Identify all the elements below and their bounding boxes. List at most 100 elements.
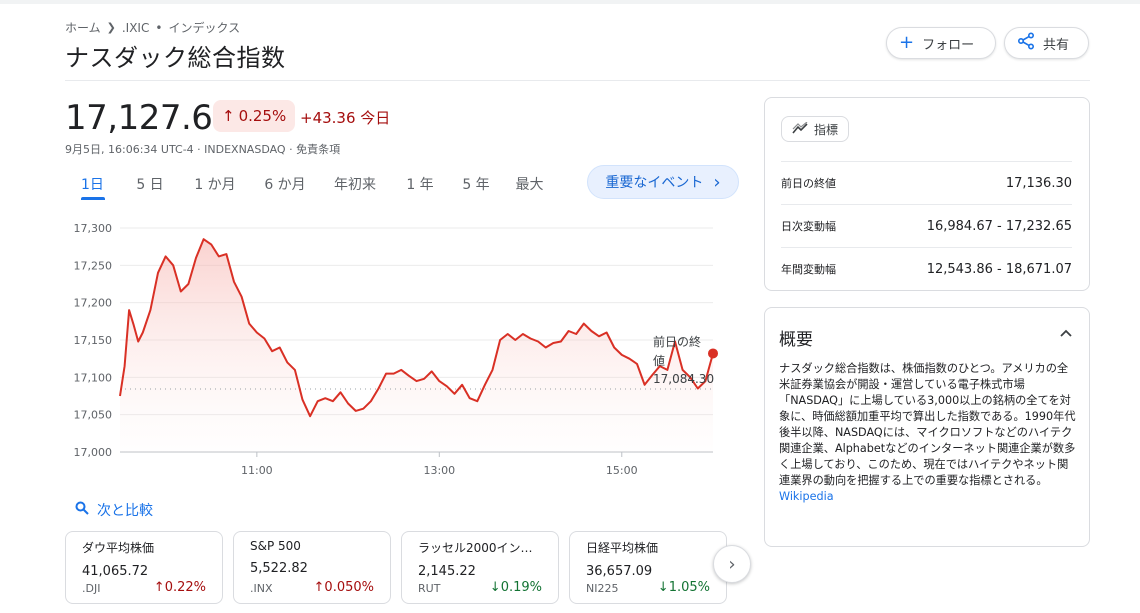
- page-title: ナスダック総合指数: [65, 44, 286, 72]
- stat-value: 12,543.86 - 18,671.07: [926, 261, 1072, 277]
- wikipedia-link[interactable]: Wikipedia: [779, 490, 834, 503]
- compare-card-dji[interactable]: ダウ平均株価 41,065.72 .DJI ↑0.22%: [65, 531, 223, 604]
- stat-value: 16,984.67 - 17,232.65: [926, 218, 1072, 234]
- card-change-value: 0.19%: [500, 580, 542, 595]
- chart-last-point: [708, 348, 718, 359]
- tab-range-5d[interactable]: 5 日: [120, 170, 180, 198]
- chevron-right-icon: ›: [728, 553, 736, 575]
- chart-area: [120, 239, 713, 452]
- key-events-label: 重要なイベント: [605, 175, 704, 191]
- breadcrumb-dot: •: [155, 20, 163, 35]
- card-symbol: .DJI: [82, 582, 101, 595]
- compare-label: 次と比較: [97, 503, 153, 519]
- breadcrumb-section: インデックス: [168, 21, 241, 35]
- x-tick-label: 13:00: [423, 464, 455, 477]
- y-tick-label: 17,300: [74, 222, 113, 235]
- about-text: ナスダック総合指数は、株価指数のひとつ。アメリカの全米証券業協会が開設・運営して…: [779, 361, 1079, 505]
- prev-close-value: 17,084.30: [653, 372, 714, 386]
- stat-value: 17,136.30: [1005, 175, 1072, 191]
- stat-row-day-range: 日次変動幅 16,984.67 - 17,232.65: [781, 204, 1072, 247]
- y-tick-label: 17,100: [74, 371, 113, 384]
- about-panel: 概要 ナスダック総合指数は、株価指数のひとつ。アメリカの全米証券業協会が開設・運…: [764, 307, 1090, 547]
- chevron-right-icon: ❯: [106, 21, 116, 34]
- prev-close-label-cont: 値: [653, 353, 665, 368]
- card-change: ↑0.22%: [154, 580, 206, 595]
- card-symbol: .INX: [250, 582, 273, 595]
- card-name: 日経平均株価: [586, 541, 659, 555]
- key-events-button[interactable]: 重要なイベント ›: [587, 165, 739, 199]
- arrow-down-icon: ↓: [657, 580, 669, 595]
- compare-card-rut[interactable]: ラッセル2000インデックス 2,145.22 RUT ↓0.19%: [401, 531, 559, 604]
- card-value: 36,657.09: [586, 564, 653, 579]
- share-label: 共有: [1043, 37, 1070, 53]
- range-tabs: 1日 5 日 1 か月 6 か月 年初来 1 年 5 年 最大: [65, 170, 557, 198]
- card-change-value: 0.050%: [324, 580, 374, 595]
- chevron-up-icon[interactable]: [1059, 326, 1073, 342]
- x-tick-label: 15:00: [606, 464, 638, 477]
- share-icon: [1017, 32, 1035, 54]
- y-tick-label: 17,050: [74, 409, 113, 422]
- breadcrumb: ホーム ❯ .IXIC • インデックス: [65, 19, 240, 36]
- arrow-down-icon: ↓: [489, 580, 501, 595]
- compare-card-ni225[interactable]: 日経平均株価 36,657.09 NI225 ↓1.05%: [569, 531, 727, 604]
- compare-cards: ダウ平均株価 41,065.72 .DJI ↑0.22% S&P 500 5,5…: [65, 531, 727, 604]
- stats-panel: 指標 前日の終値 17,136.30 日次変動幅 16,984.67 - 17,…: [764, 97, 1090, 291]
- card-value: 5,522.82: [250, 561, 308, 576]
- card-name: ダウ平均株価: [82, 541, 155, 555]
- y-tick-label: 17,150: [74, 334, 113, 347]
- card-name: ラッセル2000インデックス: [418, 541, 542, 555]
- stat-label: 前日の終値: [781, 177, 836, 190]
- chevron-right-icon: ›: [713, 171, 721, 193]
- current-price: 17,127.66: [65, 98, 234, 138]
- header-divider: [65, 80, 1090, 81]
- price-chart[interactable]: 17,300 17,250 17,200 17,150 17,100 17,050 17,0…: [60, 210, 730, 490]
- prev-close-label: 前日の終: [653, 334, 701, 349]
- about-description: ナスダック総合指数は、株価指数のひとつ。アメリカの全米証券業協会が開設・運営して…: [779, 362, 1076, 487]
- price-meta: 9月5日, 16:06:34 UTC-4 · INDEXNASDAQ · 免責条…: [65, 143, 341, 156]
- y-tick-label: 17,000: [74, 446, 113, 459]
- compare-card-inx[interactable]: S&P 500 5,522.82 .INX ↑0.050%: [233, 531, 391, 604]
- tab-range-1m[interactable]: 1 か月: [180, 170, 250, 198]
- tab-range-max[interactable]: 最大: [502, 170, 557, 198]
- card-change: ↓0.19%: [490, 580, 542, 595]
- plus-icon: +: [899, 32, 915, 53]
- breadcrumb-ticker: .IXIC: [121, 20, 150, 35]
- arrow-up-icon: ↑: [153, 580, 165, 595]
- arrow-up-icon: ↑: [222, 107, 235, 125]
- y-tick-label: 17,200: [74, 297, 113, 310]
- card-value: 41,065.72: [82, 564, 149, 579]
- card-symbol: NI225: [586, 582, 619, 595]
- stat-label: 年間変動幅: [781, 263, 836, 276]
- follow-label: フォロー: [922, 37, 975, 53]
- about-title: 概要: [779, 330, 813, 350]
- tab-range-1y[interactable]: 1 年: [390, 170, 450, 198]
- card-name: S&P 500: [250, 539, 301, 553]
- stat-label: 日次変動幅: [781, 220, 836, 233]
- metrics-chip-label: 指標: [814, 122, 839, 137]
- tab-range-5y[interactable]: 5 年: [450, 170, 502, 198]
- breadcrumb-home[interactable]: ホーム: [65, 19, 101, 36]
- card-symbol: RUT: [418, 582, 441, 595]
- stat-row-year-range: 年間変動幅 12,543.86 - 18,671.07: [781, 247, 1072, 290]
- tab-range-ytd[interactable]: 年初来: [320, 170, 390, 198]
- change-percent: 0.25%: [238, 107, 287, 125]
- change-absolute: +43.36 今日: [300, 109, 391, 127]
- x-tick-label: 11:00: [241, 464, 273, 477]
- change-percent-badge: ↑ 0.25%: [213, 100, 296, 132]
- stat-row-prev-close: 前日の終値 17,136.30: [781, 161, 1072, 204]
- card-value: 2,145.22: [418, 564, 476, 579]
- follow-button[interactable]: + フォロー: [886, 27, 996, 59]
- compare-link[interactable]: 次と比較: [75, 500, 153, 520]
- top-strip: [0, 0, 1140, 4]
- card-change-value: 1.05%: [668, 580, 710, 595]
- card-change: ↓1.05%: [658, 580, 710, 595]
- y-tick-label: 17,250: [74, 259, 113, 272]
- trend-icon: [792, 121, 808, 137]
- tab-range-6m[interactable]: 6 か月: [250, 170, 320, 198]
- tab-range-1d[interactable]: 1日: [65, 170, 120, 198]
- cards-next-button[interactable]: ›: [713, 545, 751, 583]
- metrics-chip[interactable]: 指標: [781, 116, 850, 142]
- card-change-value: 0.22%: [164, 580, 206, 595]
- share-button[interactable]: 共有: [1004, 27, 1089, 59]
- card-change: ↑0.050%: [314, 580, 374, 595]
